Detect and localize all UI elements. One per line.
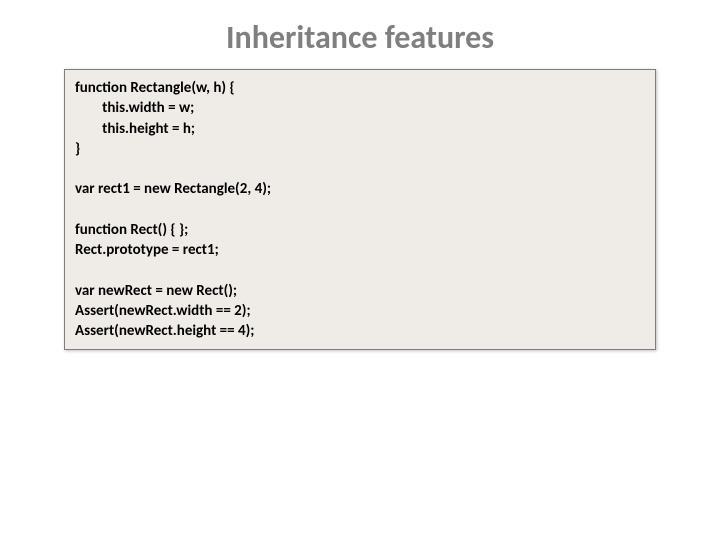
code-line: var newRect = new Rect(); (75, 281, 645, 301)
code-box: function Rectangle(w, h) { this.width = … (64, 69, 656, 350)
code-line: this.height = h; (75, 119, 645, 139)
code-line (75, 159, 645, 179)
code-line: Rect.prototype = rect1; (75, 240, 645, 260)
code-line: Assert(newRect.width == 2); (75, 301, 645, 321)
code-line: function Rect() { }; (75, 220, 645, 240)
code-line: } (75, 139, 645, 159)
code-line (75, 200, 645, 220)
code-line (75, 260, 645, 280)
slide-title: Inheritance features (0, 0, 720, 69)
code-line: Assert(newRect.height == 4); (75, 321, 645, 341)
code-line: this.width = w; (75, 98, 645, 118)
code-line: function Rectangle(w, h) { (75, 78, 645, 98)
code-line: var rect1 = new Rectangle(2, 4); (75, 179, 645, 199)
